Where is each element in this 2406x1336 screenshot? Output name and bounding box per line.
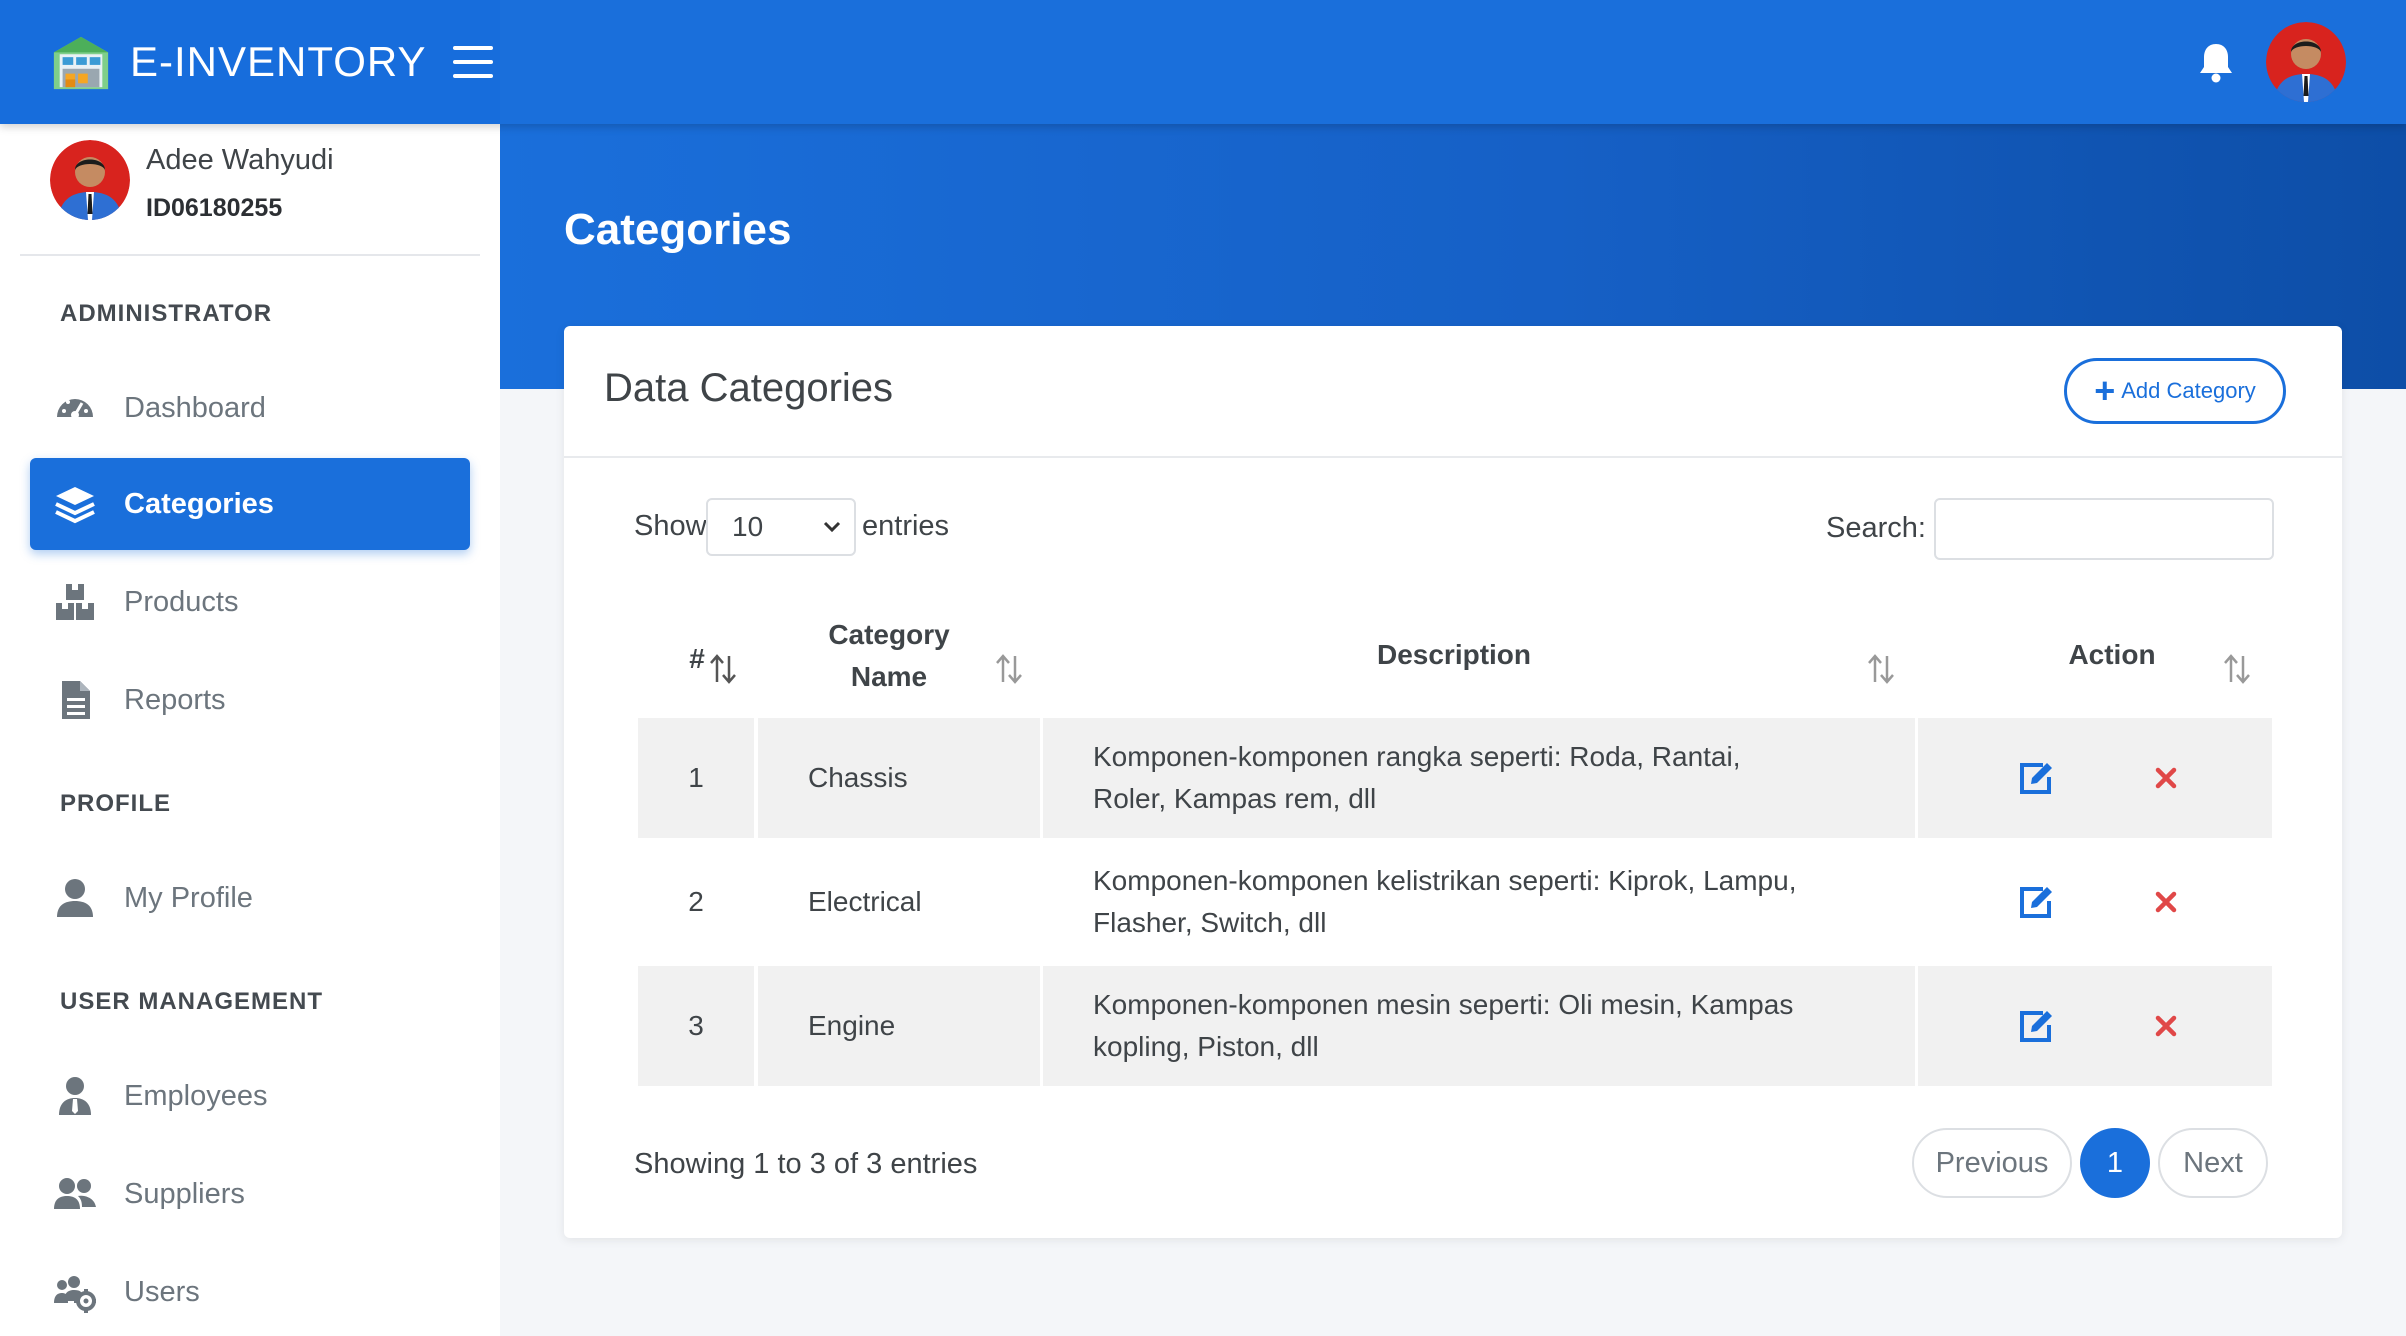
table-cell-number: 2: [638, 842, 754, 962]
delete-icon[interactable]: [2146, 758, 2186, 798]
sidebar-item-dashboard[interactable]: Dashboard: [30, 362, 470, 454]
categories-card: Data Categories + Add Category Show 10 e…: [564, 326, 2342, 1238]
description-text: Komponen-komponen mesin seperti: Oli mes…: [1093, 989, 1794, 1062]
table-cell-description: Komponen-komponen mesin seperti: Oli mes…: [1043, 966, 1915, 1086]
sidebar-item-label: My Profile: [124, 881, 253, 914]
column-header-description[interactable]: Description: [1344, 634, 1564, 676]
description-text: Komponen-komponen kelistrikan seperti: K…: [1093, 865, 1797, 938]
card-title: Data Categories: [604, 366, 894, 410]
user-name: Adee Wahyudi: [146, 144, 334, 176]
section-profile: PROFILE: [60, 790, 172, 817]
add-category-button[interactable]: + Add Category: [2064, 358, 2286, 424]
profile-avatar[interactable]: [2266, 22, 2346, 102]
table-cell-number: 3: [638, 966, 754, 1086]
page-1-button[interactable]: 1: [2080, 1128, 2150, 1198]
sidebar-item-label: Users: [124, 1275, 200, 1308]
user-icon: [54, 877, 96, 919]
add-category-label: Add Category: [2121, 378, 2256, 403]
column-header-category-name[interactable]: Category Name: [814, 614, 964, 698]
table-cell-category-name: Chassis: [758, 718, 1040, 838]
entries-per-page-select[interactable]: 10: [706, 498, 856, 556]
layers-icon: [54, 483, 96, 525]
sidebar-item-categories[interactable]: Categories: [30, 458, 470, 550]
sidebar-item-reports[interactable]: Reports: [30, 654, 470, 746]
sidebar-item-my-profile[interactable]: My Profile: [30, 852, 470, 944]
menu-toggle-icon[interactable]: [452, 46, 493, 78]
delete-icon[interactable]: [2146, 882, 2186, 922]
table-cell-category-name: Engine: [758, 966, 1040, 1086]
users-icon: [54, 1173, 96, 1215]
table-cell-action: [1918, 842, 2272, 962]
table-info: Showing 1 to 3 of 3 entries: [634, 1148, 978, 1180]
table-cell-action: [1918, 966, 2272, 1086]
edit-icon[interactable]: [2016, 882, 2056, 922]
top-navbar: E-INVENTORY: [0, 0, 2406, 124]
users-cog-icon: [54, 1271, 96, 1313]
entries-label: entries: [862, 510, 950, 542]
sidebar-item-label: Employees: [124, 1079, 268, 1112]
sidebar-item-label: Products: [124, 585, 239, 618]
document-icon: [54, 679, 96, 721]
sort-icon[interactable]: [706, 652, 740, 686]
sort-icon[interactable]: [2220, 652, 2254, 686]
dashboard-icon: [54, 387, 96, 429]
page-title: Categories: [564, 205, 792, 254]
previous-button[interactable]: Previous: [1912, 1128, 2072, 1198]
section-user-management: USER MANAGEMENT: [60, 988, 324, 1015]
section-administrator: ADMINISTRATOR: [60, 300, 273, 327]
edit-icon[interactable]: [2016, 758, 2056, 798]
user-id: ID06180255: [146, 194, 283, 222]
table-cell-number: 1: [638, 718, 754, 838]
boxes-icon: [54, 581, 96, 623]
edit-icon[interactable]: [2016, 1006, 2056, 1046]
sidebar-item-label: Reports: [124, 683, 226, 716]
column-header-action[interactable]: Action: [2042, 634, 2182, 676]
delete-icon[interactable]: [2146, 1006, 2186, 1046]
table-cell-action: [1918, 718, 2272, 838]
sidebar-item-suppliers[interactable]: Suppliers: [30, 1148, 470, 1240]
sort-icon[interactable]: [992, 652, 1026, 686]
notification-bell-icon[interactable]: [2196, 40, 2236, 84]
sidebar: Adee Wahyudi ID06180255 ADMINISTRATOR Da…: [0, 124, 500, 1336]
sidebar-item-label: Dashboard: [124, 391, 266, 424]
table-cell-description: Komponen-komponen kelistrikan seperti: K…: [1043, 842, 1915, 962]
user-panel: Adee Wahyudi ID06180255: [20, 124, 480, 256]
card-header: Data Categories + Add Category: [564, 326, 2342, 458]
chevron-down-icon: [823, 521, 841, 533]
search-input[interactable]: [1934, 498, 2274, 560]
sort-icon[interactable]: [1864, 652, 1898, 686]
user-avatar: [50, 140, 130, 220]
table-cell-category-name: Electrical: [758, 842, 1040, 962]
entries-value: 10: [732, 511, 764, 542]
description-text: Komponen-komponen rangka seperti: Roda, …: [1093, 741, 1741, 814]
sidebar-item-products[interactable]: Products: [30, 556, 470, 648]
table-cell-description: Komponen-komponen rangka seperti: Roda, …: [1043, 718, 1915, 838]
sidebar-item-users[interactable]: Users: [30, 1246, 470, 1336]
plus-icon: +: [2094, 370, 2116, 411]
employee-icon: [54, 1075, 96, 1117]
sidebar-item-label: Suppliers: [124, 1177, 245, 1210]
show-label: Show: [634, 510, 707, 542]
sidebar-item-employees[interactable]: Employees: [30, 1050, 470, 1142]
sidebar-item-label: Categories: [124, 487, 274, 520]
warehouse-logo-icon: [53, 36, 109, 90]
brand-area: E-INVENTORY: [0, 0, 500, 124]
app-title: E-INVENTORY: [130, 38, 427, 85]
next-button[interactable]: Next: [2158, 1128, 2268, 1198]
search-label: Search:: [1826, 512, 1926, 544]
